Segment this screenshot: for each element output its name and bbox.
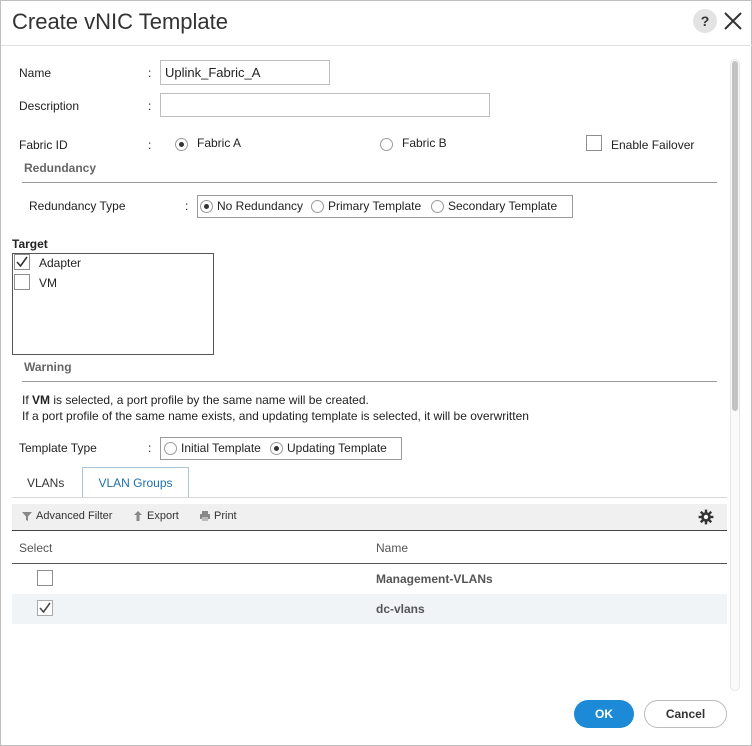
table-row[interactable]: Management-VLANs (12, 564, 727, 594)
cancel-button[interactable]: Cancel (644, 700, 727, 728)
enable-failover-label: Enable Failover (611, 138, 695, 152)
grid-toolbar (12, 504, 727, 531)
tabs-underline (12, 497, 727, 498)
vm-label: VM (39, 276, 57, 290)
print-label: Print (214, 510, 237, 522)
scrollbar-thumb[interactable] (732, 61, 738, 411)
secondary-template-radio[interactable] (431, 200, 444, 213)
redundancy-type-label: Redundancy Type (29, 199, 126, 213)
secondary-template-label: Secondary Template (448, 199, 558, 213)
dialog-scrollbar[interactable] (730, 59, 740, 691)
ok-button[interactable]: OK (574, 700, 634, 728)
template-type-colon: : (148, 441, 152, 455)
name-colon: : (148, 66, 152, 80)
filter-icon (22, 512, 32, 521)
redundancy-section-title: Redundancy (24, 161, 97, 175)
advanced-filter-button[interactable]: Advanced Filter (21, 510, 112, 522)
export-icon (134, 511, 142, 521)
name-input[interactable] (160, 60, 330, 85)
target-label: Target (12, 237, 48, 251)
fabric-a-radio[interactable] (175, 138, 188, 151)
grid-header: Select Name (12, 532, 727, 564)
gear-icon[interactable] (698, 509, 714, 528)
tab-vlan-groups[interactable]: VLAN Groups (82, 467, 189, 498)
primary-template-radio[interactable] (311, 200, 324, 213)
redundancy-divider (22, 182, 717, 183)
redundancy-type-colon: : (185, 199, 189, 213)
no-redundancy-radio[interactable] (200, 200, 213, 213)
warning-line-1: If VM is selected, a port profile by the… (22, 393, 369, 407)
warning-divider (22, 381, 717, 382)
no-redundancy-label: No Redundancy (217, 199, 304, 213)
column-select[interactable]: Select (19, 541, 52, 555)
initial-template-radio[interactable] (164, 442, 177, 455)
warning-line-2: If a port profile of the same name exist… (22, 409, 529, 423)
export-button[interactable]: Export (132, 510, 179, 522)
adapter-label: Adapter (39, 256, 82, 270)
create-vnic-template-dialog: Create vNIC Template ? Name : Descriptio… (0, 0, 752, 746)
warning-section-title: Warning (24, 360, 72, 374)
row-checkbox[interactable] (37, 570, 53, 586)
header-divider (1, 45, 752, 46)
fabric-id-colon: : (148, 138, 152, 152)
template-type-label: Template Type (19, 441, 97, 455)
help-button[interactable]: ? (693, 9, 717, 33)
description-label: Description (19, 99, 80, 113)
row-name: Management-VLANs (376, 572, 493, 586)
primary-template-label: Primary Template (328, 199, 422, 213)
row-name: dc-vlans (376, 602, 425, 616)
dialog-title: Create vNIC Template (12, 9, 229, 34)
tab-vlans[interactable]: VLANs (27, 476, 64, 490)
fabric-b-radio[interactable] (380, 138, 393, 151)
name-label: Name (19, 66, 52, 80)
fabric-b-label: Fabric B (402, 136, 447, 150)
fabric-id-label: Fabric ID (19, 138, 68, 152)
updating-template-radio[interactable] (270, 442, 283, 455)
column-name[interactable]: Name (376, 541, 408, 555)
fabric-a-label: Fabric A (197, 136, 242, 150)
description-input[interactable] (160, 93, 490, 117)
adapter-checkbox[interactable] (14, 254, 30, 270)
enable-failover-checkbox[interactable] (586, 135, 602, 151)
initial-template-label: Initial Template (181, 441, 261, 455)
row-checkbox[interactable] (37, 600, 53, 616)
print-icon (200, 511, 210, 521)
export-label: Export (147, 510, 179, 522)
vm-checkbox[interactable] (14, 274, 30, 290)
updating-template-label: Updating Template (287, 441, 387, 455)
close-icon[interactable] (722, 8, 744, 34)
advanced-filter-label: Advanced Filter (36, 510, 113, 522)
description-colon: : (148, 99, 152, 113)
print-button[interactable]: Print (199, 510, 237, 522)
table-row[interactable]: dc-vlans (12, 594, 727, 624)
